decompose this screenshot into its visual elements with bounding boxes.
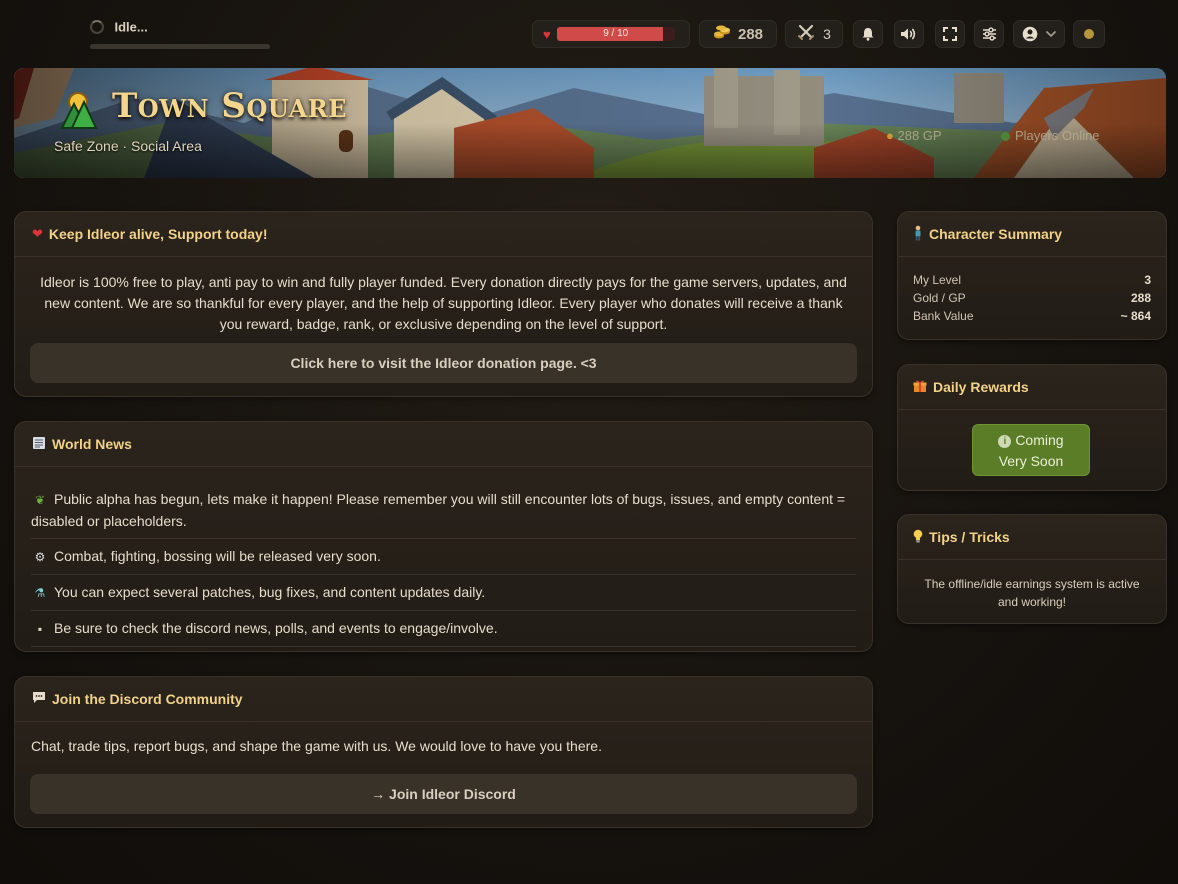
discord-card-header: Join the Discord Community [15,677,872,722]
support-card-title: Keep Idleor alive, Support today! [48,226,268,242]
account-menu-button[interactable] [1013,20,1065,48]
support-description: Idleor is 100% free to play, anti pay to… [40,274,847,332]
summary-label: My Level [913,273,962,287]
speech-bubble-icon [32,691,46,707]
world-news-header: World News [15,422,872,467]
join-discord-button[interactable]: → Join Idleor Discord [30,774,857,814]
daily-rewards-card: Daily Rewards i Coming Very Soon [897,364,1167,491]
daily-rewards-title: Daily Rewards [933,379,1029,395]
news-item-text: Be sure to check the discord news, polls… [54,620,498,636]
seedling-icon: ❦ [34,493,46,507]
fullscreen-button[interactable] [935,20,965,48]
news-item-text: Combat, fighting, bossing will be releas… [54,548,381,564]
globe-icon [1001,132,1010,142]
news-item-text: You can expect several patches, bug fixe… [54,584,486,600]
location-subtitle: Safe Zone · Social Area [54,138,202,154]
volume-icon [901,28,916,40]
character-summary-title: Character Summary [929,226,1063,242]
heart-icon: ♥ [543,26,551,42]
expand-icon [943,27,957,41]
user-circle-icon [1022,26,1037,42]
info-icon: i [998,435,1012,448]
support-card-header: ❤ Keep Idleor alive, Support today! [15,212,872,257]
top-bar: Idle... ♥ 9 / 10 288 3 [0,0,1178,64]
news-item-text: Public alpha has begun, lets make it hap… [31,491,846,529]
news-item: ▪ Be sure to check the discord news, poll… [31,615,856,647]
forest-location-icon [60,92,98,129]
daily-rewards-header: Daily Rewards [898,365,1166,410]
coming-soon-line1: Coming [1015,432,1064,448]
person-icon [913,225,923,244]
summary-value: 288 [1130,291,1151,305]
summary-row-gold: Gold / GP 288 [913,291,1151,305]
summary-label: Bank Value [913,309,974,323]
character-summary-card: Character Summary My Level 3 Gold / GP 288… [897,211,1167,340]
location-title: Town Square [112,86,347,126]
combat-level-value: 3 [823,26,831,42]
summary-value: ~ 864 [1120,309,1151,323]
world-news-title: World News [52,436,132,452]
crossed-swords-icon [797,23,815,45]
coming-soon-line2: Very Soon [998,453,1064,469]
coins-icon [713,24,731,44]
summary-row-bank: Bank Value ~ 864 [913,309,1151,323]
news-list: ❦ Public alpha has begun, lets make it ha… [31,486,856,651]
tips-card: Tips / Tricks The offline/idle earnings … [897,514,1167,624]
summary-label: Gold / GP [913,291,966,305]
tips-text: The offline/idle earnings system is acti… [924,577,1140,609]
players-online-text: Players Online [1015,128,1100,143]
news-item: ❦ Public alpha has begun, lets make it ha… [31,486,856,539]
activity-progress-bar [90,44,270,49]
health-display: ♥ 9 / 10 [532,20,690,48]
bell-icon [862,28,874,41]
world-news-card: World News ❦ Public alpha has begun, lets… [14,421,873,652]
banner-gold: ● 288 GP [886,128,942,143]
tips-title: Tips / Tricks [929,529,1010,545]
support-card: ❤ Keep Idleor alive, Support today! Idle… [14,211,873,397]
newspaper-icon [32,436,46,453]
status-indicator-button[interactable] [1073,20,1105,48]
sliders-icon [982,27,996,41]
activity-status-text: Idle... [114,19,148,35]
loading-spinner-icon [90,19,104,34]
gift-icon [913,379,927,396]
settings-button[interactable] [974,20,1004,48]
summary-value: 3 [1144,273,1151,287]
test-tube-icon: ⚗ [34,586,46,600]
summary-row-level: My Level 3 [913,273,1151,287]
heart-icon: ❤ [32,226,43,241]
money-bag-icon: ● [886,128,894,143]
discord-card-title: Join the Discord Community [52,691,243,707]
location-banner: Town Square Safe Zone · Social Area ● 28… [14,68,1166,178]
news-item: ⚗ You can expect several patches, bug fix… [31,579,856,611]
speech-bubble-icon: ▪ [37,622,43,636]
news-item: ⚙ Combat, fighting, bossing will be relea… [31,543,856,575]
activity-status: Idle... [90,18,270,49]
gear-icon: ⚙ [34,550,46,564]
status-dot-icon [1084,29,1094,39]
gold-amount: 288 [737,25,764,43]
discord-card: Join the Discord Community Chat, trade t… [14,676,873,828]
health-label: 9 / 10 [603,28,629,39]
gold-display[interactable]: 288 [699,20,777,48]
banner-gold-text: 288 GP [897,128,942,143]
notifications-button[interactable] [853,20,883,48]
players-online: Players Online [1001,128,1100,143]
donation-page-button[interactable]: Click here to visit the Idleor donation … [30,343,857,383]
sound-button[interactable] [894,20,924,48]
chevron-down-icon [1045,30,1056,38]
tips-header: Tips / Tricks [898,515,1166,560]
lightbulb-icon [913,529,923,546]
health-bar: 9 / 10 [556,27,675,41]
character-summary-header: Character Summary [898,212,1166,257]
discord-description: Chat, trade tips, report bugs, and shape… [31,738,602,754]
combat-level-display[interactable]: 3 [785,20,843,48]
coming-soon-badge: i Coming Very Soon [972,424,1090,476]
